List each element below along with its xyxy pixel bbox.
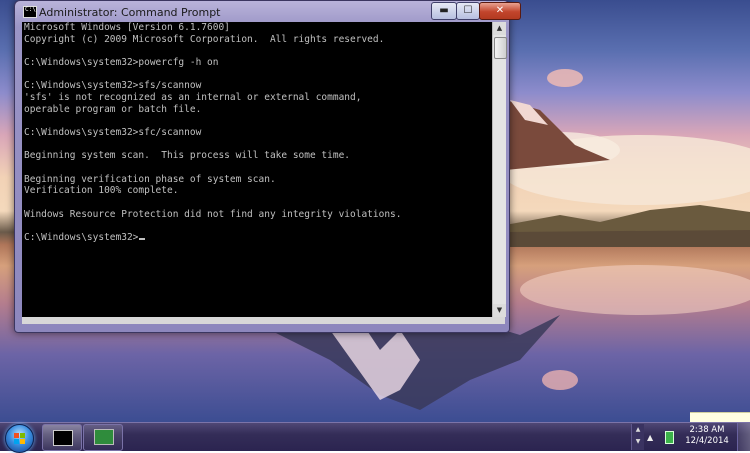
maximize-button[interactable]: ☐	[456, 2, 480, 20]
clock-date: 12/4/2014	[685, 436, 729, 446]
console-line: C:\Windows\system32>powercfg -h on	[24, 56, 219, 68]
scroll-down-arrow-icon[interactable]: ▼	[493, 304, 506, 317]
vertical-scrollbar[interactable]: ▲ ▼	[492, 22, 507, 317]
clock[interactable]: 2:38 AM 12/4/2014	[684, 425, 730, 447]
tray-scroll-up-icon[interactable]: ▲	[632, 424, 644, 436]
tray-scroll-arrows[interactable]: ▲ ▼	[631, 424, 644, 450]
console-line: C:\Windows\system32>sfc/scannow	[24, 126, 202, 138]
show-hidden-icons-icon[interactable]: ▲	[647, 433, 653, 442]
start-button[interactable]	[5, 424, 34, 453]
window-bottom-border	[22, 317, 505, 324]
cmd-icon	[53, 430, 73, 446]
console-line: operable program or batch file.	[24, 103, 202, 115]
console-line: C:\Windows\system32>	[24, 232, 492, 244]
window-title: Administrator: Command Prompt	[39, 6, 221, 19]
console-output[interactable]: Microsoft Windows [Version 6.1.7600] Copy…	[22, 22, 492, 317]
scroll-up-arrow-icon[interactable]: ▲	[493, 22, 506, 35]
console-line: C:\Windows\system32>sfs/scannow	[24, 80, 202, 92]
close-button[interactable]: ✕	[479, 2, 521, 20]
console-line: Verification 100% complete.	[24, 185, 179, 197]
console-line: Beginning verification phase of system s…	[24, 173, 276, 185]
console-line: Beginning system scan. This process will…	[24, 150, 351, 162]
system-icon	[94, 429, 114, 445]
text-cursor	[139, 237, 146, 240]
command-prompt-window[interactable]: Administrator: Command Prompt ▬ ☐ ✕ Micr…	[14, 0, 521, 333]
power-icon[interactable]	[665, 431, 674, 444]
taskbar-item-system[interactable]	[83, 424, 123, 451]
console-line: Microsoft Windows [Version 6.1.7600]	[24, 22, 230, 33]
taskbar: ▲ ▼ ▲ 2:38 AM 12/4/2014	[0, 422, 750, 453]
console-line: 'sfs' is not recognized as an internal o…	[24, 91, 362, 103]
clock-time: 2:38 AM	[689, 425, 725, 435]
cmd-icon[interactable]	[23, 6, 37, 18]
console-line: Copyright (c) 2009 Microsoft Corporation…	[24, 33, 385, 45]
windows-logo-icon	[14, 433, 25, 444]
show-desktop-button[interactable]	[737, 423, 750, 451]
scroll-thumb[interactable]	[494, 37, 507, 59]
taskbar-item-command-prompt[interactable]	[42, 424, 82, 451]
minimize-button[interactable]: ▬	[431, 2, 457, 20]
console-line: Windows Resource Protection did not find…	[24, 208, 402, 220]
tray-scroll-down-icon[interactable]: ▼	[632, 436, 644, 448]
title-bar[interactable]: Administrator: Command Prompt ▬ ☐ ✕	[15, 1, 521, 23]
